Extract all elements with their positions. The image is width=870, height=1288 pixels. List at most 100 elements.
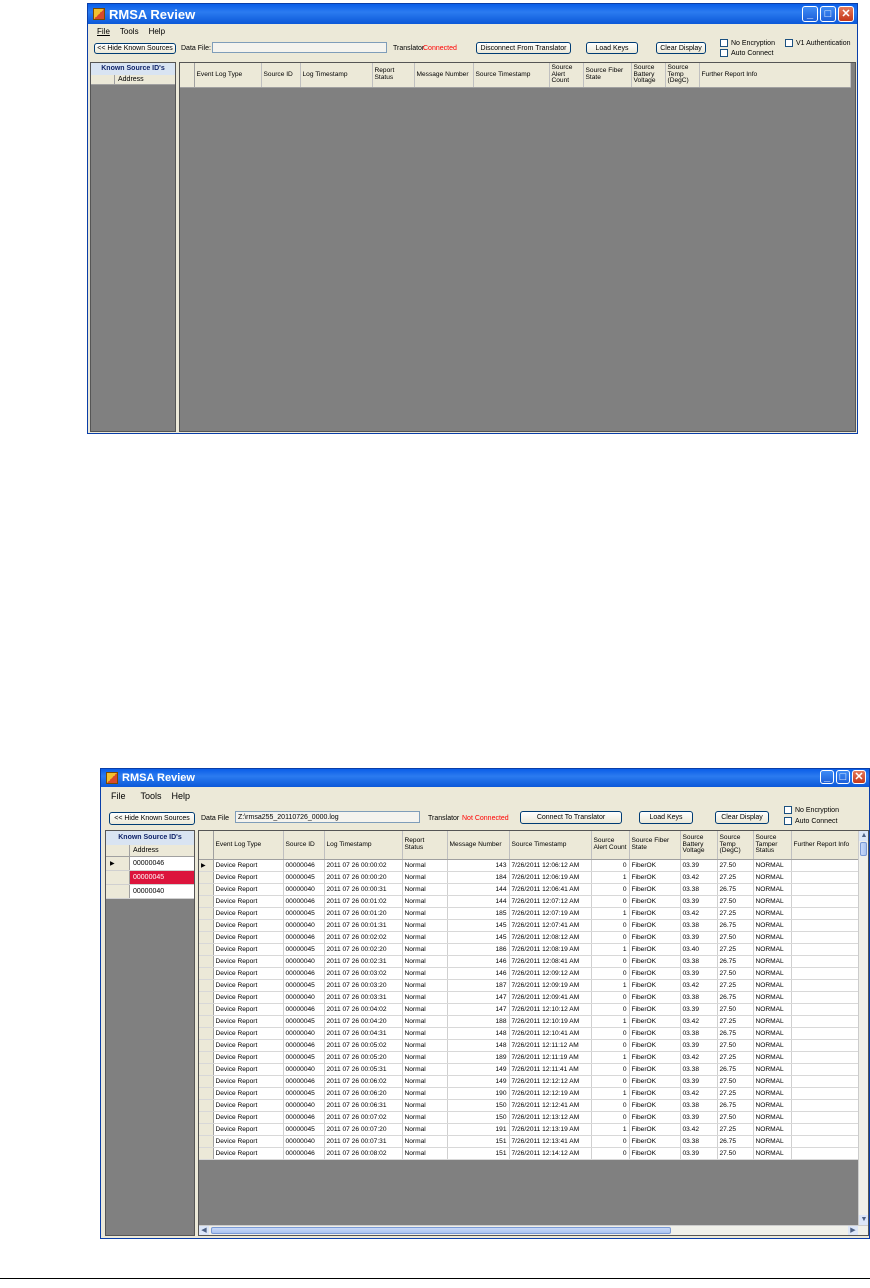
menu-tools[interactable]: Tools bbox=[141, 791, 162, 801]
column-header[interactable]: Log Timestamp bbox=[324, 831, 403, 860]
data-file-field[interactable]: Z:\rmsa255_20110726_0000.log bbox=[235, 811, 420, 823]
table-row[interactable]: Device Report 00000040 2011 07 26 00:04:31… bbox=[199, 1027, 860, 1040]
clear-display-button[interactable]: Clear Display bbox=[715, 811, 769, 824]
disconnect-translator-button[interactable]: Disconnect From Translator bbox=[476, 42, 571, 54]
menu-file[interactable]: File bbox=[111, 791, 126, 801]
table-row[interactable]: Device Report 00000045 2011 07 26 00:01:20… bbox=[199, 907, 860, 920]
row-selector[interactable] bbox=[199, 1027, 214, 1040]
menu-file[interactable]: File bbox=[97, 27, 110, 36]
maximize-button[interactable]: □ bbox=[836, 770, 850, 784]
row-selector[interactable] bbox=[199, 943, 214, 956]
connect-translator-button[interactable]: Connect To Translator bbox=[520, 811, 622, 824]
row-selector[interactable] bbox=[199, 991, 214, 1004]
table-row[interactable]: ▶ Device Report 00000046 2011 07 26 00:00:0… bbox=[199, 859, 860, 872]
source-row[interactable]: ▶ 00000046 bbox=[106, 857, 194, 871]
address-header[interactable]: Address bbox=[115, 75, 175, 84]
column-header[interactable]: Source Temp (DegC) bbox=[665, 63, 700, 88]
auto-connect-checkbox[interactable]: Auto Connect bbox=[720, 49, 773, 57]
column-header[interactable]: Source Temp (DegC) bbox=[717, 831, 754, 860]
table-row[interactable]: Device Report 00000045 2011 07 26 00:07:20… bbox=[199, 1123, 860, 1136]
source-row[interactable]: 00000040 bbox=[106, 885, 194, 899]
close-button[interactable]: ✕ bbox=[852, 770, 866, 784]
data-file-field[interactable] bbox=[212, 42, 387, 53]
horizontal-scrollbar[interactable]: ◀ ▶ bbox=[199, 1225, 868, 1235]
row-selector[interactable] bbox=[199, 1039, 214, 1052]
row-selector[interactable] bbox=[199, 1075, 214, 1088]
no-encryption-checkbox[interactable]: No Encryption bbox=[720, 39, 775, 47]
table-row[interactable]: Device Report 00000046 2011 07 26 00:03:02… bbox=[199, 967, 860, 980]
row-selector[interactable] bbox=[199, 1015, 214, 1028]
row-selector[interactable] bbox=[199, 895, 214, 908]
table-row[interactable]: Device Report 00000045 2011 07 26 00:06:20… bbox=[199, 1087, 860, 1100]
table-row[interactable]: Device Report 00000046 2011 07 26 00:06:02… bbox=[199, 1075, 860, 1088]
scroll-up-icon[interactable]: ▲ bbox=[859, 831, 868, 841]
column-header[interactable]: Further Report Info bbox=[699, 63, 851, 88]
row-selector[interactable] bbox=[199, 1003, 214, 1016]
table-row[interactable]: Device Report 00000040 2011 07 26 00:05:31… bbox=[199, 1063, 860, 1076]
table-row[interactable]: Device Report 00000045 2011 07 26 00:04:20… bbox=[199, 1015, 860, 1028]
column-header[interactable]: Source ID bbox=[261, 63, 301, 88]
row-selector[interactable] bbox=[199, 1051, 214, 1064]
v1-authentication-checkbox[interactable]: V1 Authentication bbox=[785, 39, 851, 47]
address-header[interactable]: Address bbox=[130, 845, 194, 856]
vertical-scrollbar[interactable]: ▲ ▼ bbox=[858, 831, 868, 1225]
table-row[interactable]: Device Report 00000045 2011 07 26 00:02:20… bbox=[199, 943, 860, 956]
column-header[interactable]: Message Number bbox=[414, 63, 474, 88]
table-row[interactable]: Device Report 00000040 2011 07 26 00:02:31… bbox=[199, 955, 860, 968]
row-selector[interactable] bbox=[199, 931, 214, 944]
load-keys-button[interactable]: Load Keys bbox=[586, 42, 638, 54]
row-selector[interactable] bbox=[199, 883, 214, 896]
maximize-button[interactable]: □ bbox=[820, 6, 836, 22]
row-selector[interactable] bbox=[199, 955, 214, 968]
column-header[interactable]: Log Timestamp bbox=[300, 63, 373, 88]
row-selector[interactable] bbox=[199, 1099, 214, 1112]
menu-tools[interactable]: Tools bbox=[120, 27, 139, 36]
row-selector[interactable] bbox=[199, 871, 214, 884]
table-row[interactable]: Device Report 00000040 2011 07 26 00:00:31… bbox=[199, 883, 860, 896]
column-header[interactable]: Source ID bbox=[283, 831, 325, 860]
row-selector[interactable] bbox=[199, 979, 214, 992]
close-button[interactable]: ✕ bbox=[838, 6, 854, 22]
row-selector[interactable] bbox=[199, 1135, 214, 1148]
row-selector[interactable] bbox=[199, 1111, 214, 1124]
column-header[interactable]: Source Timestamp bbox=[473, 63, 550, 88]
table-row[interactable]: Device Report 00000040 2011 07 26 00:01:31… bbox=[199, 919, 860, 932]
row-selector[interactable] bbox=[199, 1147, 214, 1160]
hide-known-sources-button[interactable]: << Hide Known Sources bbox=[94, 43, 176, 54]
menu-help[interactable]: Help bbox=[149, 27, 165, 36]
column-header[interactable]: Event Log Type bbox=[194, 63, 262, 88]
clear-display-button[interactable]: Clear Display bbox=[656, 42, 706, 54]
source-row[interactable]: 00000045 bbox=[106, 871, 194, 885]
auto-connect-checkbox[interactable]: Auto Connect bbox=[784, 817, 837, 825]
table-row[interactable]: Device Report 00000040 2011 07 26 00:03:31… bbox=[199, 991, 860, 1004]
column-header[interactable]: Report Status bbox=[402, 831, 448, 860]
column-header[interactable]: Further Report Info bbox=[791, 831, 860, 860]
table-row[interactable]: Device Report 00000046 2011 07 26 00:08:02… bbox=[199, 1147, 860, 1160]
minimize-button[interactable]: _ bbox=[802, 6, 818, 22]
column-header[interactable]: Message Number bbox=[447, 831, 510, 860]
column-header[interactable]: Report Status bbox=[372, 63, 415, 88]
table-row[interactable]: Device Report 00000046 2011 07 26 00:04:02… bbox=[199, 1003, 860, 1016]
menu-help[interactable]: Help bbox=[172, 791, 191, 801]
column-header[interactable]: Source Battery Voltage bbox=[680, 831, 718, 860]
row-selector[interactable] bbox=[199, 1087, 214, 1100]
table-row[interactable]: Device Report 00000040 2011 07 26 00:06:31… bbox=[199, 1099, 860, 1112]
title-bar[interactable]: RMSA Review _ □ ✕ bbox=[88, 4, 857, 24]
table-row[interactable]: Device Report 00000045 2011 07 26 00:05:20… bbox=[199, 1051, 860, 1064]
event-log-grid[interactable]: Event Log Type Source ID Log Timestamp Repo… bbox=[179, 62, 856, 432]
table-row[interactable]: Device Report 00000046 2011 07 26 00:02:02… bbox=[199, 931, 860, 944]
column-header[interactable]: Source Alert Count bbox=[591, 831, 630, 860]
load-keys-button[interactable]: Load Keys bbox=[639, 811, 693, 824]
column-header[interactable]: Source Fiber State bbox=[629, 831, 681, 860]
row-selector[interactable] bbox=[199, 1063, 214, 1076]
title-bar[interactable]: RMSA Review _ □ ✕ bbox=[101, 769, 869, 787]
event-log-grid[interactable]: Event Log Type Source ID Log Timestamp Repo… bbox=[198, 830, 869, 1236]
row-selector[interactable] bbox=[199, 967, 214, 980]
column-header[interactable]: Source Tamper Status bbox=[753, 831, 792, 860]
column-header[interactable]: Source Battery Voltage bbox=[631, 63, 666, 88]
table-row[interactable]: Device Report 00000045 2011 07 26 00:03:20… bbox=[199, 979, 860, 992]
row-selector[interactable] bbox=[199, 907, 214, 920]
row-selector[interactable] bbox=[199, 1123, 214, 1136]
table-row[interactable]: Device Report 00000046 2011 07 26 00:05:02… bbox=[199, 1039, 860, 1052]
current-row-icon[interactable]: ▶ bbox=[199, 859, 214, 872]
